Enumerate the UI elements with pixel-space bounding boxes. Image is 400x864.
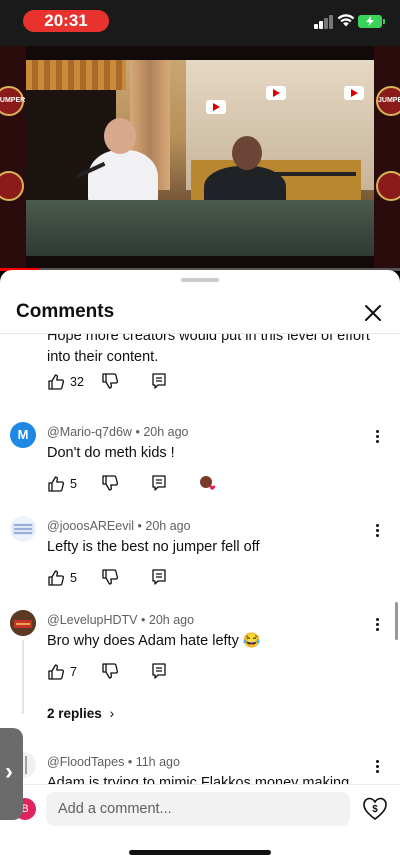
chevron-right-icon: ›: [5, 758, 13, 785]
comment-time: 20h ago: [148, 613, 195, 627]
gold-ornament: [26, 60, 126, 90]
thumbs-down-icon[interactable]: [101, 568, 119, 586]
status-time[interactable]: 20:31: [23, 10, 109, 32]
video-side-decoration-left: [0, 46, 26, 270]
reply-icon[interactable]: [150, 372, 168, 390]
avatar[interactable]: [10, 516, 36, 542]
comment-meta: @LevelupHDTV • 20h ago: [47, 613, 194, 627]
meta-separator: •: [137, 519, 142, 533]
comment-time: 11h ago: [135, 755, 180, 769]
add-comment-bar: B $: [0, 784, 400, 834]
home-indicator[interactable]: [129, 850, 271, 855]
comment-actions: 5: [47, 474, 347, 494]
thumbs-down-icon[interactable]: [101, 662, 119, 680]
reply-thread-line: [22, 640, 24, 714]
replies-label: 2 replies: [47, 706, 102, 721]
wifi-icon: [337, 14, 355, 27]
comment-text: Don't do meth kids !: [47, 445, 175, 461]
comments-list[interactable]: Hope more creators would put in this lev…: [0, 334, 400, 794]
comments-sheet: Comments Hope more creators would put in…: [0, 270, 400, 864]
table: [26, 200, 374, 256]
comment-actions: 7: [47, 662, 347, 682]
avatar[interactable]: [10, 610, 36, 636]
status-bar: 20:31: [0, 0, 400, 46]
thumbs-down-icon[interactable]: [101, 474, 119, 492]
comment-actions: 32: [47, 372, 347, 392]
comment-text: Lefty is the best no jumper fell off: [47, 539, 260, 555]
comment-author[interactable]: @LevelupHDTV: [47, 613, 138, 627]
side-panel-handle[interactable]: ›: [0, 728, 23, 820]
avatar[interactable]: M: [10, 422, 36, 448]
channel-logo-right-2: [376, 171, 400, 201]
view-replies-button[interactable]: 2 replies ›: [47, 706, 114, 721]
comment-time: 20h ago: [143, 425, 189, 439]
thumbs-down-icon[interactable]: [101, 372, 119, 390]
reply-icon[interactable]: [150, 568, 168, 586]
like-count: 7: [70, 665, 77, 679]
cellular-signal-icon: [314, 15, 334, 29]
thumbs-up-icon: [48, 570, 65, 586]
comment-text: Bro why does Adam hate lefty 😂: [47, 633, 261, 649]
super-thanks-icon[interactable]: $: [363, 796, 387, 822]
thumbs-up-icon: [48, 664, 65, 680]
like-count: 32: [70, 375, 84, 389]
avatar-image-icon: [10, 610, 36, 636]
channel-logo-right: JUMPER: [376, 86, 400, 116]
comment-meta: @jooosAREevil • 20h ago: [47, 519, 191, 533]
microphone-right: [226, 172, 356, 176]
comment-meta: @Mario-q7d6w • 20h ago: [47, 425, 189, 439]
comment-text: Hope more creators would put in this lev…: [47, 334, 370, 365]
chevron-right-icon: ›: [109, 706, 115, 721]
sheet-drag-handle[interactable]: [181, 278, 219, 282]
meta-separator: •: [135, 425, 140, 439]
close-icon[interactable]: [360, 300, 386, 326]
like-button[interactable]: 5: [47, 474, 77, 494]
meta-separator: •: [141, 613, 146, 627]
video-frame: [26, 60, 374, 256]
reply-icon[interactable]: [150, 474, 168, 492]
guest-right-head: [232, 136, 262, 170]
creator-heart-icon: [200, 476, 216, 490]
comment-time: 20h ago: [145, 519, 191, 533]
reply-icon[interactable]: [150, 662, 168, 680]
avatar-letter: M: [17, 427, 29, 442]
comments-scrollbar[interactable]: [395, 602, 398, 640]
comment-author[interactable]: @jooosAREevil: [47, 519, 134, 533]
add-comment-input[interactable]: [46, 792, 350, 826]
guest-left-head: [104, 118, 136, 154]
play-button-award-2: [266, 86, 286, 100]
thumbs-up-icon: [48, 476, 65, 492]
video-side-decoration-right: [374, 46, 400, 270]
play-button-award-3: [344, 86, 364, 100]
comment-author[interactable]: @Mario-q7d6w: [47, 425, 132, 439]
avatar-image-icon: [12, 523, 34, 535]
play-button-award-1: [206, 100, 226, 114]
comment-actions: 5: [47, 568, 347, 588]
like-button[interactable]: 32: [47, 372, 84, 392]
thumbs-up-icon: [48, 374, 65, 390]
svg-text:$: $: [372, 804, 378, 815]
like-count: 5: [70, 571, 77, 585]
video-player[interactable]: JUMPER JUMPER: [0, 46, 400, 270]
like-button[interactable]: 5: [47, 568, 77, 588]
comment-meta: @FloodTapes • 11h ago: [47, 755, 180, 769]
comment-author[interactable]: @FloodTapes: [47, 755, 124, 769]
comments-title: Comments: [16, 301, 115, 322]
comments-header: Comments: [0, 290, 400, 334]
battery-charging-icon: [358, 15, 385, 28]
like-button[interactable]: 7: [47, 662, 77, 682]
meta-separator: •: [127, 755, 133, 769]
like-count: 5: [70, 477, 77, 491]
